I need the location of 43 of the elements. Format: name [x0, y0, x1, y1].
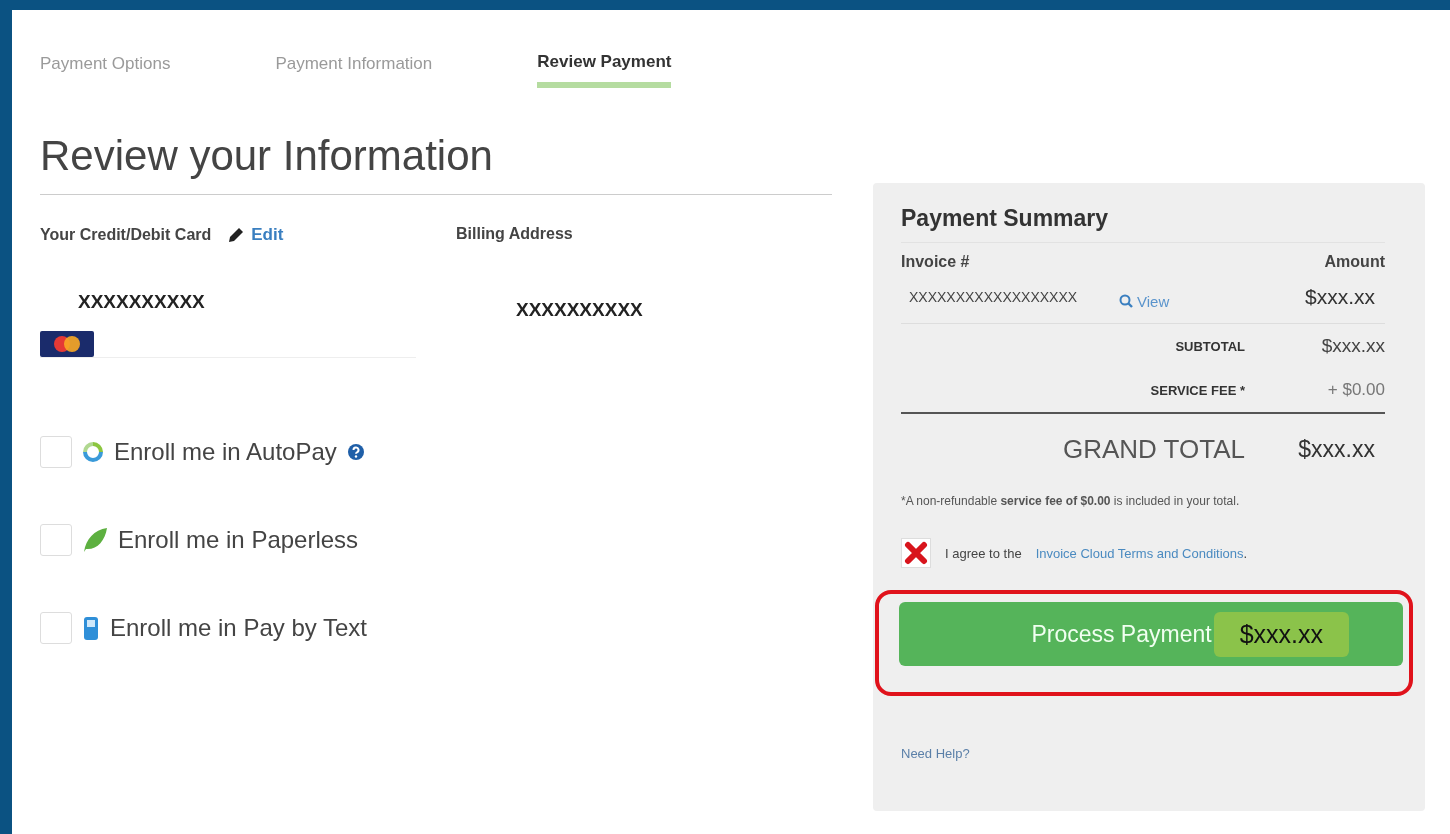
edit-link[interactable]: Edit	[227, 225, 284, 245]
card-label: Your Credit/Debit Card	[40, 226, 212, 244]
help-icon[interactable]	[346, 443, 365, 461]
mobile-phone-icon	[82, 615, 100, 641]
step-tab[interactable]: Review Payment	[537, 52, 672, 88]
billing-address: XXXXXXXXXX	[516, 299, 644, 321]
column-header: Invoice #	[901, 253, 970, 271]
process-payment-button[interactable]: Process Payment $xxx.xx	[899, 602, 1403, 666]
billing-label: Billing Address	[456, 225, 574, 243]
subtotal-value: $xxx.xx	[1320, 335, 1385, 357]
enroll-label: Enroll me in AutoPay	[114, 438, 337, 466]
invoice-number: XXXXXXXXXXXXXXXXXX	[908, 289, 1079, 305]
fee-label: SERVICE FEE *	[1149, 382, 1245, 398]
terms-link[interactable]: Invoice Cloud Terms and Conditions	[1035, 545, 1244, 561]
grand-total-label: GRAND TOTAL	[1061, 433, 1245, 465]
fee-note: *A non-refundable service fee of $0.00 is included in your total.	[901, 494, 1241, 508]
checkbox[interactable]	[40, 436, 72, 468]
column-header: Amount	[1324, 253, 1385, 271]
checkbox[interactable]	[40, 612, 72, 644]
subtotal-label: SUBTOTAL	[1174, 338, 1245, 354]
view-link[interactable]: View	[1119, 292, 1170, 310]
grand-total-value: $xxx.xx	[1297, 435, 1376, 463]
pencil-icon	[227, 226, 246, 244]
agree-text: I agree to the	[945, 545, 1022, 561]
circular-arrows-icon	[82, 441, 104, 463]
fee-value: + $0.00	[1326, 380, 1385, 400]
card-brand-icon	[40, 331, 94, 357]
leaf-icon	[82, 527, 108, 553]
error-cross-icon	[904, 541, 928, 565]
card-number: XXXXXXXXXX	[78, 291, 206, 313]
checkbox[interactable]	[40, 524, 72, 556]
page-heading: Review your Information	[40, 132, 832, 195]
step-tab[interactable]: Payment Options	[40, 52, 171, 88]
agree-checkbox[interactable]	[901, 538, 931, 568]
agree-period: .	[1243, 545, 1248, 561]
payment-amount: $xxx.xx	[1213, 611, 1349, 657]
enroll-label: Enroll me in Pay by Text	[110, 614, 367, 642]
summary-title: Payment Summary	[901, 205, 1385, 243]
help-link[interactable]: Need Help?	[901, 746, 1385, 761]
enroll-label: Enroll me in Paperless	[118, 526, 359, 554]
search-icon	[1119, 294, 1133, 308]
step-tab[interactable]: Payment Information	[275, 52, 433, 88]
invoice-amount: $xxx.xx	[1305, 285, 1376, 309]
